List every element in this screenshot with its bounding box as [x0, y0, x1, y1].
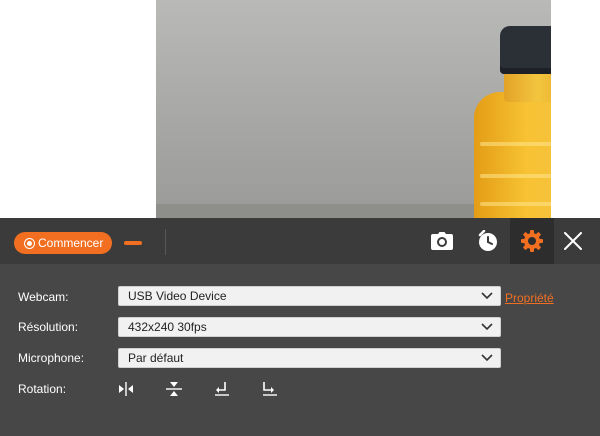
webcam-select-value: USB Video Device [128, 289, 227, 303]
rotate-left-icon[interactable] [213, 381, 231, 397]
chevron-down-icon [481, 323, 493, 331]
timer-clock-icon [478, 230, 497, 251]
rotate-right-icon[interactable] [261, 381, 279, 397]
toolbar-divider [165, 229, 166, 255]
minimize-icon[interactable] [124, 241, 142, 245]
resolution-select-value: 432x240 30fps [128, 320, 207, 334]
schedule-button[interactable] [466, 218, 510, 264]
record-button[interactable]: Commencer [14, 232, 112, 254]
bottle-cap [500, 26, 551, 74]
settings-gear-icon [521, 230, 543, 252]
chevron-down-icon [481, 292, 493, 300]
record-icon [24, 237, 35, 249]
close-icon [564, 232, 582, 250]
bottle-body [474, 92, 551, 218]
microphone-select[interactable]: Par défaut [118, 348, 501, 368]
snapshot-button[interactable] [420, 218, 464, 264]
resolution-select[interactable]: 432x240 30fps [118, 317, 501, 337]
chevron-down-icon [481, 354, 493, 362]
webcam-preview [156, 0, 551, 218]
webcam-properties-link[interactable]: Propriété [505, 291, 554, 305]
close-button[interactable] [551, 218, 595, 264]
microphone-select-value: Par défaut [128, 351, 184, 365]
record-button-label: Commencer [38, 236, 104, 250]
resolution-label: Résolution: [18, 320, 79, 334]
rotation-label: Rotation: [18, 382, 67, 396]
toolbar: Commencer [0, 218, 600, 264]
flip-vertical-icon[interactable] [165, 381, 183, 397]
bottle-neck [504, 72, 551, 102]
settings-tab[interactable] [510, 218, 554, 264]
camera-snapshot-icon [431, 232, 453, 250]
flip-horizontal-icon[interactable] [117, 381, 135, 397]
bottle-image [474, 26, 551, 218]
webcam-label: Webcam: [18, 290, 69, 304]
microphone-label: Microphone: [18, 351, 85, 365]
webcam-select[interactable]: USB Video Device [118, 286, 501, 306]
